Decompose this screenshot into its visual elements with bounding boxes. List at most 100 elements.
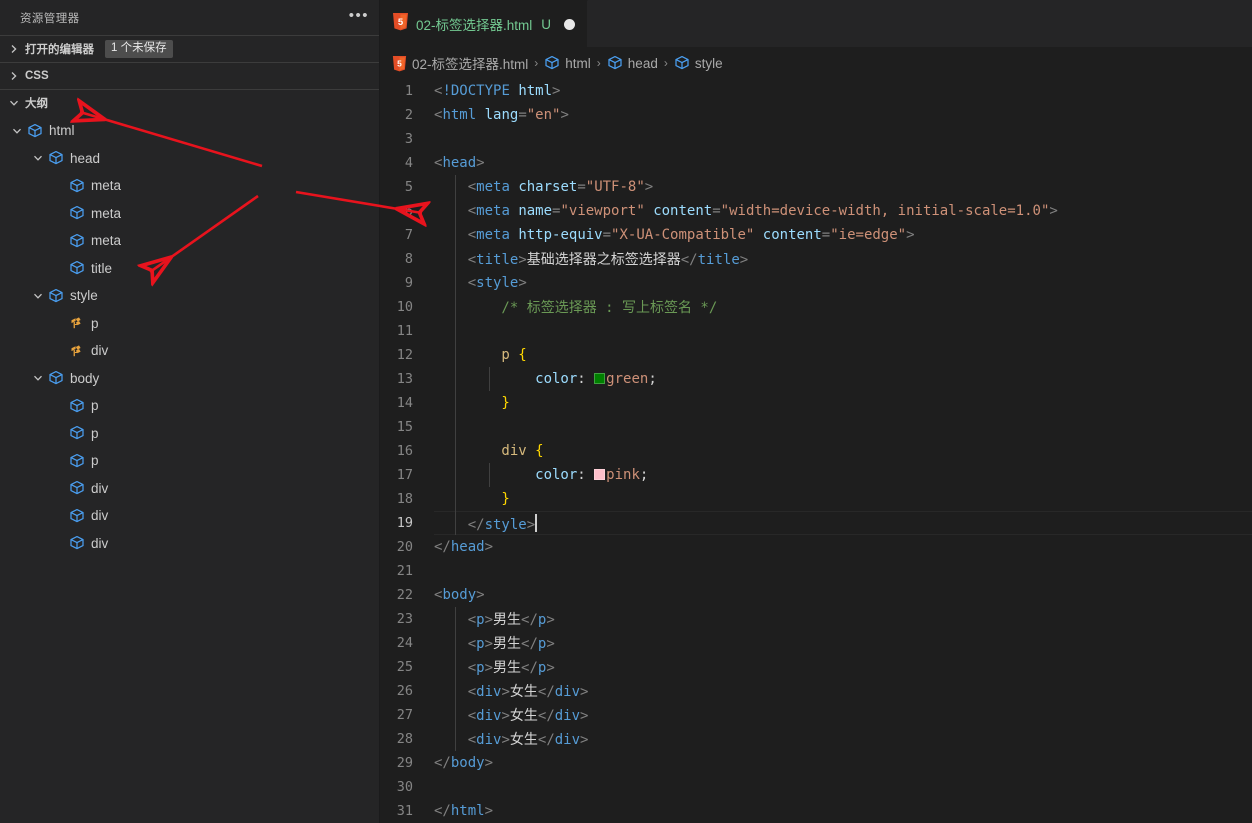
code-token: {: [535, 443, 544, 459]
code-token: </: [521, 612, 538, 628]
chevron-down-icon[interactable]: [29, 153, 46, 163]
code-token: style: [484, 516, 527, 533]
code-line[interactable]: 9 <style>: [380, 271, 1252, 295]
code-token: div: [476, 708, 502, 724]
outline-item-p[interactable]: p: [0, 392, 379, 420]
code-line[interactable]: 16 div {: [380, 439, 1252, 463]
outline-item-style[interactable]: style: [0, 282, 379, 310]
html-element-icon: [607, 55, 623, 71]
section-css-folder[interactable]: CSS: [0, 62, 379, 89]
code-line[interactable]: 22 <body>: [380, 583, 1252, 607]
editor-area: 5 02-标签选择器.html U 5 02-标签选择器.html › html › he…: [380, 0, 1252, 823]
code-line[interactable]: 4 <head>: [380, 151, 1252, 175]
line-number: 12: [396, 347, 413, 363]
code-token: </: [434, 539, 451, 555]
svg-text:5: 5: [398, 17, 404, 28]
outline-item-div[interactable]: div: [0, 337, 379, 365]
section-open-editors[interactable]: 打开的编辑器 1 个未保存: [0, 35, 379, 62]
code-token: =: [518, 107, 527, 123]
code-token: 女生: [509, 708, 538, 724]
code-line[interactable]: 31 </html>: [380, 799, 1252, 823]
outline-item-p[interactable]: p: [0, 420, 379, 448]
color-swatch[interactable]: [594, 373, 606, 384]
code-line[interactable]: 13 color: green;: [380, 367, 1252, 391]
outline-item-meta[interactable]: meta: [0, 200, 379, 228]
code-token: >: [484, 660, 494, 676]
color-swatch[interactable]: [594, 469, 606, 480]
html-element-icon: [46, 370, 65, 386]
ellipsis-icon[interactable]: •••: [349, 8, 369, 28]
chevron-down-icon[interactable]: [29, 291, 46, 301]
code-line[interactable]: 12 p {: [380, 343, 1252, 367]
breadcrumb-item-head[interactable]: head: [607, 55, 658, 71]
code-line[interactable]: 10 /* 标签选择器 : 写上标签名 */: [380, 295, 1252, 319]
code-line[interactable]: 24 <p>男生</p>: [380, 631, 1252, 655]
outline-item-p[interactable]: p: [0, 310, 379, 338]
code-line[interactable]: 7 <meta http-equiv="X-UA-Compatible" con…: [380, 223, 1252, 247]
code-line[interactable]: 15: [380, 415, 1252, 439]
code-token: body: [450, 755, 485, 771]
section-label: CSS: [25, 70, 49, 82]
unsaved-dot-icon[interactable]: [564, 18, 576, 30]
outline-item-meta[interactable]: meta: [0, 172, 379, 200]
code-line[interactable]: 30: [380, 775, 1252, 799]
breadcrumb-item-style[interactable]: style: [674, 55, 723, 71]
code-line[interactable]: 14 }: [380, 391, 1252, 415]
code-line[interactable]: 3: [380, 127, 1252, 151]
code-line[interactable]: 26 <div>女生</div>: [380, 679, 1252, 703]
code-token: pink: [606, 467, 640, 483]
code-line[interactable]: 19 </style>: [380, 511, 1252, 535]
outline-item-label: meta: [91, 178, 122, 194]
code-token: >: [546, 660, 555, 676]
breadcrumb-item-html[interactable]: html: [544, 55, 591, 71]
code-token: 基础选择器之标签选择器: [526, 252, 681, 268]
code-token: "en": [526, 107, 561, 123]
outline-item-meta[interactable]: meta: [0, 227, 379, 255]
code-line[interactable]: 11: [380, 319, 1252, 343]
chevron-down-icon[interactable]: [8, 126, 25, 136]
code-line[interactable]: 2 <html lang="en">: [380, 103, 1252, 127]
code-editor[interactable]: 1 <!DOCTYPE html> 2 <html lang="en"> 3 4 <head…: [380, 79, 1252, 823]
code-token: title: [697, 252, 740, 268]
outline-item-body[interactable]: body: [0, 365, 379, 393]
indent-guide: [455, 175, 456, 535]
breadcrumb-item-02-标签选择器.html[interactable]: 5 02-标签选择器.html: [392, 53, 528, 73]
line-content: <body>: [434, 587, 485, 603]
editor-tab[interactable]: 5 02-标签选择器.html U: [380, 0, 589, 47]
section-outline[interactable]: 大纲: [0, 89, 379, 116]
code-line[interactable]: 20 </head>: [380, 535, 1252, 559]
outline-item-div[interactable]: div: [0, 530, 379, 558]
code-line[interactable]: 17 color: pink;: [380, 463, 1252, 487]
code-line[interactable]: 8 <title>基础选择器之标签选择器</title>: [380, 247, 1252, 271]
code-token: >: [906, 227, 915, 243]
line-number: 2: [404, 107, 413, 123]
code-line[interactable]: 1 <!DOCTYPE html>: [380, 79, 1252, 103]
code-line[interactable]: 6 <meta name="viewport" content="width=d…: [380, 199, 1252, 223]
html-element-icon: [674, 55, 690, 71]
code-line[interactable]: 25 <p>男生</p>: [380, 655, 1252, 679]
code-line[interactable]: 18 }: [380, 487, 1252, 511]
outline-item-div[interactable]: div: [0, 502, 379, 530]
line-content: color: green;: [434, 371, 657, 387]
code-line[interactable]: 21: [380, 559, 1252, 583]
code-line[interactable]: 5 <meta charset="UTF-8">: [380, 175, 1252, 199]
outline-item-p[interactable]: p: [0, 447, 379, 475]
code-line[interactable]: 27 <div>女生</div>: [380, 703, 1252, 727]
editor-tab-bar: 5 02-标签选择器.html U: [380, 0, 1252, 47]
code-line[interactable]: 23 <p>男生</p>: [380, 607, 1252, 631]
active-line-highlight: [434, 511, 1252, 535]
code-line[interactable]: 28 <div>女生</div>: [380, 727, 1252, 751]
code-token: div: [554, 708, 581, 724]
outline-item-label: div: [91, 343, 109, 359]
line-number: 30: [396, 779, 413, 795]
code-token: </: [521, 636, 538, 652]
outline-item-html[interactable]: html: [0, 117, 379, 145]
outline-item-title[interactable]: title: [0, 255, 379, 283]
code-token: =: [577, 179, 586, 195]
css-rule-icon: [67, 343, 86, 359]
chevron-down-icon[interactable]: [29, 373, 46, 383]
outline-item-head[interactable]: head: [0, 145, 379, 173]
line-number: 3: [404, 131, 413, 147]
outline-item-div[interactable]: div: [0, 475, 379, 503]
code-line[interactable]: 29 </body>: [380, 751, 1252, 775]
